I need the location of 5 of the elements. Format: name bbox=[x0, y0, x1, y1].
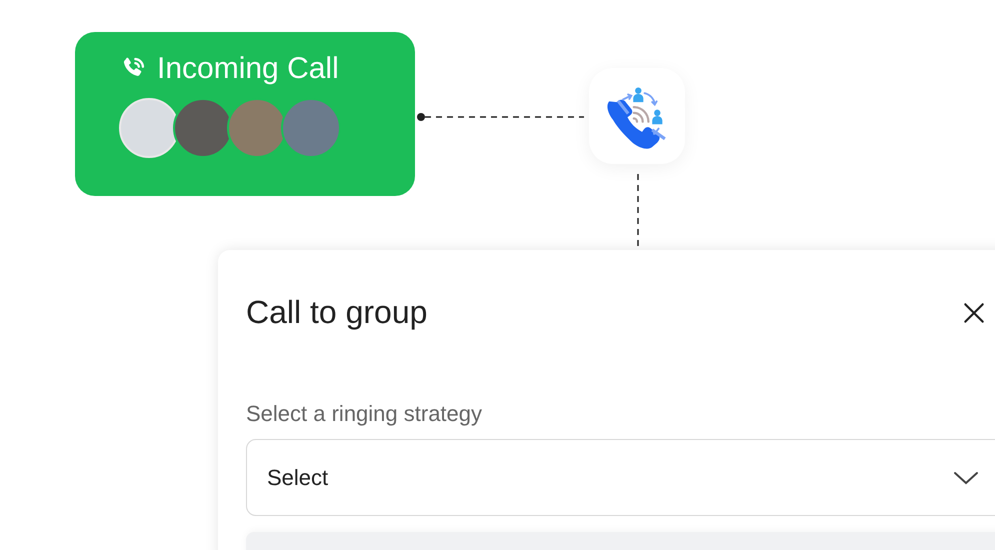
call-title: Incoming Call bbox=[157, 52, 339, 86]
dialog-title: Call to group bbox=[246, 294, 428, 331]
select-field[interactable]: Select bbox=[246, 439, 995, 516]
field-label: Select a ringing strategy bbox=[246, 401, 484, 427]
chevron-down-icon bbox=[953, 470, 979, 486]
